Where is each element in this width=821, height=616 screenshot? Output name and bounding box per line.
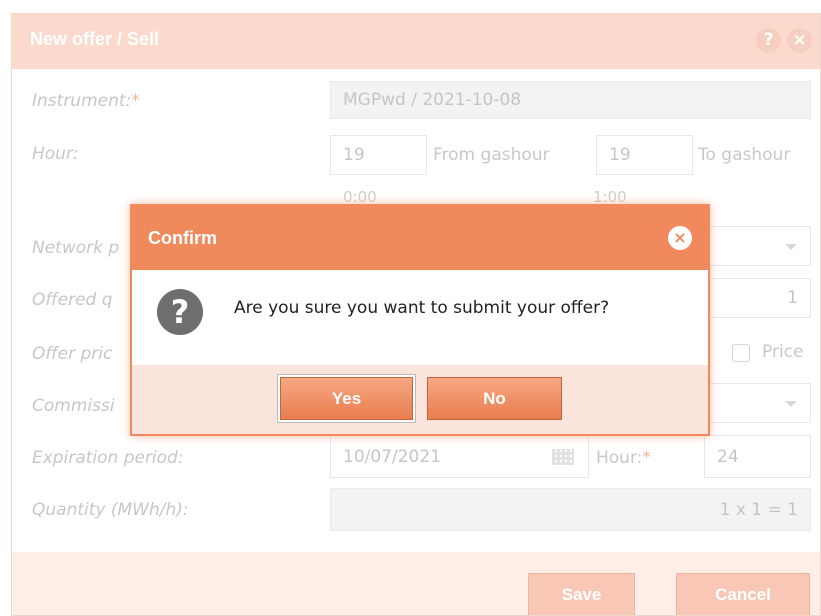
chevron-down-icon — [785, 244, 797, 250]
dialog-title: Confirm — [148, 228, 217, 248]
chevron-down-icon — [785, 401, 797, 407]
quantity-field: 1 x 1 = 1 — [330, 488, 811, 531]
dialog-footer: Yes No — [132, 365, 708, 434]
expiration-label: Expiration period: — [32, 448, 184, 468]
price-checkbox-label: Price — [762, 342, 804, 362]
required-marker: * — [131, 91, 140, 111]
question-icon: ? — [157, 289, 203, 335]
from-gashour-label: From gashour — [433, 145, 550, 165]
close-icon[interactable]: × — [787, 28, 812, 53]
instrument-field: MGPwd / 2021-10-08 — [330, 81, 811, 119]
quantity-label: Quantity (MWh/h): — [32, 500, 189, 520]
dialog-titlebar: Confirm × — [132, 206, 708, 270]
instrument-label: Instrument:* — [32, 91, 140, 111]
expiration-date-input[interactable]: 10/07/2021 — [330, 435, 589, 478]
from-hour-input[interactable]: 19 — [330, 135, 427, 175]
network-label: Network p — [32, 238, 120, 258]
confirm-dialog: Confirm × ? Are you sure you want to sub… — [130, 204, 710, 436]
no-button[interactable]: No — [427, 377, 562, 420]
window-title: New offer / Sell — [30, 29, 160, 49]
window-footer: Save Cancel — [12, 552, 820, 615]
commission-label: Commissi — [32, 396, 115, 416]
save-button[interactable]: Save — [528, 573, 635, 615]
dialog-message: Are you sure you want to submit your off… — [234, 298, 610, 318]
window-titlebar: New offer / Sell ? × — [12, 14, 820, 69]
to-gashour-label: To gashour — [698, 145, 791, 165]
expiration-hour-label: Hour:* — [596, 448, 651, 468]
dialog-close-icon[interactable]: × — [668, 226, 692, 250]
hour-label: Hour: — [32, 144, 79, 164]
to-hour-input[interactable]: 19 — [596, 135, 693, 175]
help-icon[interactable]: ? — [756, 28, 781, 53]
offered-quantity-label: Offered q — [32, 290, 113, 310]
price-checkbox[interactable] — [732, 344, 750, 362]
yes-button[interactable]: Yes — [280, 377, 413, 420]
cancel-button[interactable]: Cancel — [676, 573, 810, 615]
expiration-hour-input[interactable]: 24 — [704, 435, 811, 478]
calendar-icon[interactable] — [552, 449, 574, 465]
expiration-date-value: 10/07/2021 — [343, 446, 441, 467]
offer-price-label: Offer pric — [32, 344, 113, 364]
